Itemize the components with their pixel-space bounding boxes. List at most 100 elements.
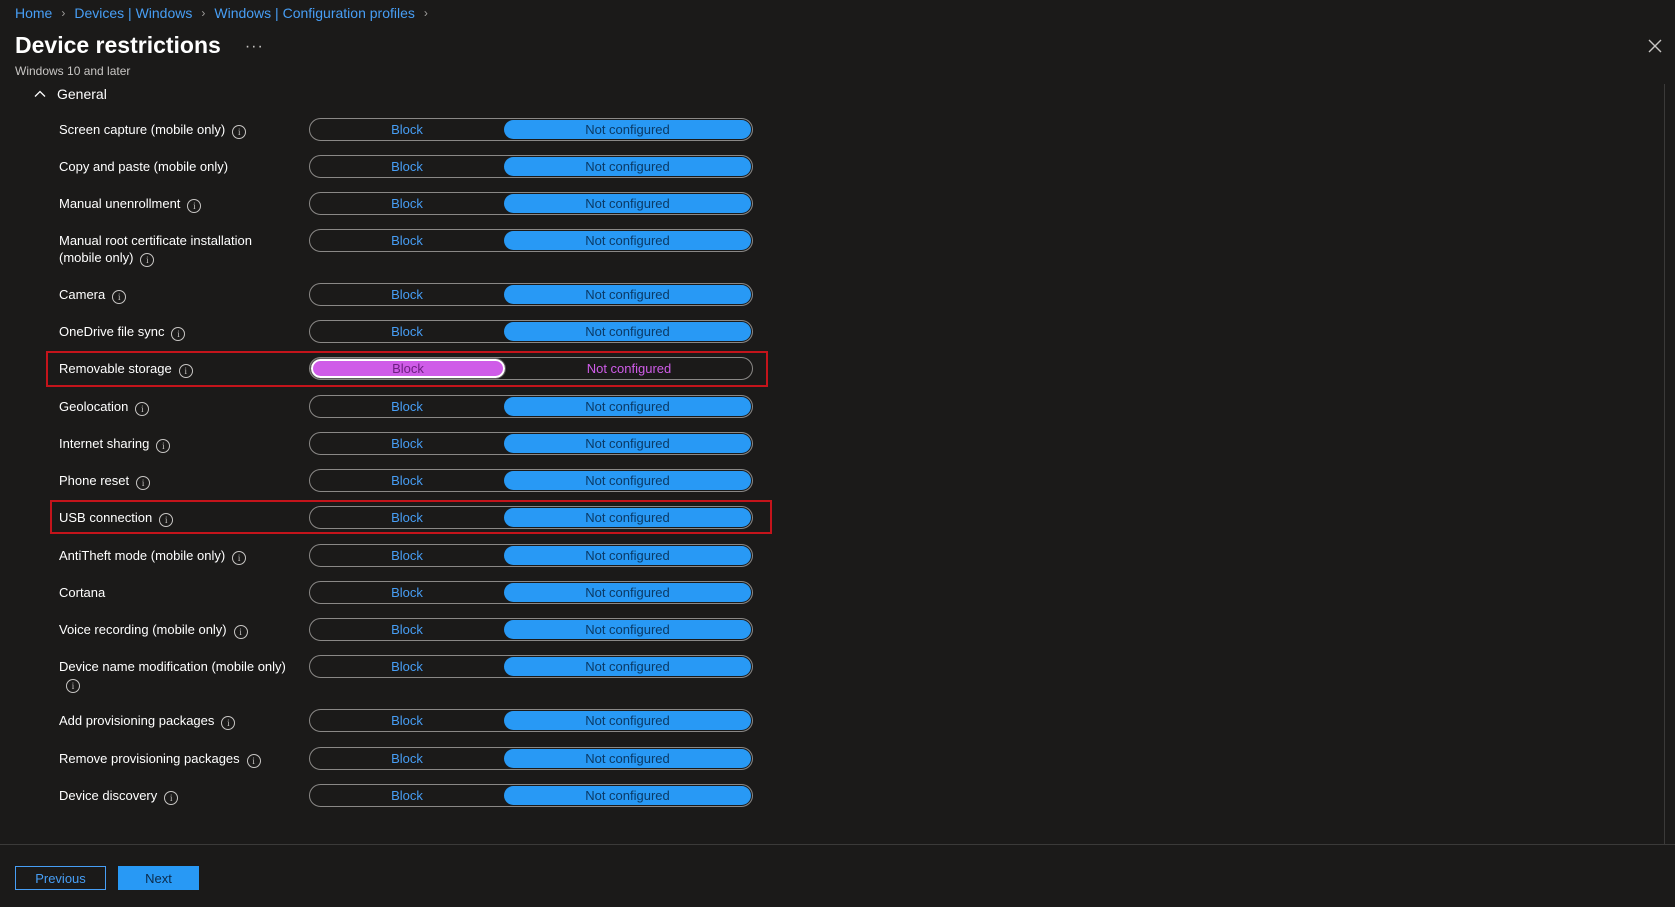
- option-not-configured[interactable]: Not configured: [504, 434, 751, 453]
- setting-row: Internet sharing i Block Not configured: [0, 432, 800, 456]
- option-not-configured[interactable]: Not configured: [504, 711, 751, 730]
- setting-label: Geolocation: [59, 399, 129, 414]
- setting-label: Screen capture (mobile only): [59, 122, 226, 137]
- setting-row: Geolocation i Block Not configured: [0, 395, 800, 419]
- option-not-configured[interactable]: Not configured: [504, 786, 751, 805]
- previous-button[interactable]: Previous: [15, 866, 106, 890]
- option-block[interactable]: Block: [310, 582, 504, 603]
- info-icon[interactable]: i: [156, 439, 171, 453]
- setting-toggle: Block Not configured: [309, 283, 753, 306]
- option-block[interactable]: Block: [310, 470, 504, 491]
- setting-label: AntiTheft mode (mobile only): [59, 548, 226, 563]
- setting-toggle: Block Not configured: [309, 155, 753, 178]
- next-button[interactable]: Next: [118, 866, 199, 890]
- info-icon[interactable]: i: [233, 625, 248, 639]
- info-icon[interactable]: i: [136, 476, 151, 490]
- setting-label: Cortana: [59, 585, 106, 600]
- setting-row: Manual root certificate installation (mo…: [0, 229, 800, 269]
- setting-toggle: Block Not configured: [309, 432, 753, 455]
- option-not-configured[interactable]: Not configured: [504, 120, 751, 139]
- info-icon[interactable]: i: [187, 199, 202, 213]
- setting-toggle: Block Not configured: [309, 747, 753, 770]
- option-not-configured[interactable]: Not configured: [504, 322, 751, 341]
- info-icon[interactable]: i: [140, 253, 155, 267]
- setting-label-group: OneDrive file sync i: [59, 323, 294, 341]
- info-icon[interactable]: i: [232, 125, 247, 139]
- option-block[interactable]: Block: [310, 656, 504, 677]
- info-icon[interactable]: i: [112, 290, 127, 304]
- breadcrumb-configuration-profiles[interactable]: Windows | Configuration profiles: [214, 5, 415, 21]
- info-icon[interactable]: i: [221, 716, 236, 730]
- info-icon[interactable]: i: [135, 402, 150, 416]
- option-not-configured[interactable]: Not configured: [504, 620, 751, 639]
- option-not-configured[interactable]: Not configured: [504, 231, 751, 250]
- page-title: Device restrictions: [15, 32, 221, 58]
- option-not-configured[interactable]: Not configured: [504, 285, 751, 304]
- chevron-up-icon: [34, 90, 46, 97]
- option-block[interactable]: Block: [310, 193, 504, 214]
- option-block[interactable]: Block: [310, 433, 504, 454]
- setting-label-group: Manual root certificate installation (mo…: [59, 232, 294, 267]
- option-block[interactable]: Block: [310, 156, 504, 177]
- settings-list: Screen capture (mobile only) i Block Not co…: [0, 108, 1664, 844]
- setting-label-group: Remove provisioning packages i: [59, 750, 294, 768]
- option-block[interactable]: Block: [310, 748, 504, 769]
- setting-row: Screen capture (mobile only) i Block Not co…: [0, 118, 800, 142]
- option-block[interactable]: Block: [310, 321, 504, 342]
- option-not-configured[interactable]: Not configured: [504, 749, 751, 768]
- scrollbar[interactable]: [1664, 84, 1675, 844]
- info-icon[interactable]: i: [246, 754, 261, 768]
- setting-label-group: AntiTheft mode (mobile only) i: [59, 547, 294, 565]
- setting-toggle: Block Not configured: [309, 395, 753, 418]
- option-block[interactable]: Block: [310, 396, 504, 417]
- highlight-box: [50, 500, 772, 534]
- setting-toggle: Block Not configured: [309, 229, 753, 252]
- setting-label-group: Add provisioning packages i: [59, 712, 294, 730]
- option-block[interactable]: Block: [310, 230, 504, 251]
- setting-toggle: Block Not configured: [309, 192, 753, 215]
- breadcrumb: Home › Devices | Windows › Windows | Con…: [15, 5, 437, 21]
- chevron-right-icon: ›: [201, 6, 206, 20]
- info-icon[interactable]: i: [171, 327, 186, 341]
- chevron-right-icon: ›: [423, 6, 428, 20]
- option-not-configured[interactable]: Not configured: [504, 546, 751, 565]
- option-not-configured[interactable]: Not configured: [504, 157, 751, 176]
- setting-label-group: Device name modification (mobile only) i: [59, 658, 294, 693]
- setting-label: Device name modification (mobile only): [59, 659, 286, 674]
- setting-row: AntiTheft mode (mobile only) i Block Not co…: [0, 544, 800, 568]
- setting-label-group: Phone reset i: [59, 472, 294, 490]
- setting-label-group: Camera i: [59, 286, 294, 304]
- option-block[interactable]: Block: [310, 545, 504, 566]
- setting-row: Removable storage i Block Not configured: [0, 351, 800, 387]
- page-subtitle: Windows 10 and later: [15, 64, 131, 78]
- option-block[interactable]: Block: [310, 284, 504, 305]
- setting-label: OneDrive file sync: [59, 324, 165, 339]
- setting-row: Manual unenrollment i Block Not configured: [0, 192, 800, 216]
- setting-label-group: Manual unenrollment i: [59, 195, 294, 213]
- option-block[interactable]: Block: [310, 119, 504, 140]
- setting-label-group: Device discovery i: [59, 787, 294, 805]
- section-header-general[interactable]: General: [33, 86, 107, 102]
- option-not-configured[interactable]: Not configured: [504, 471, 751, 490]
- breadcrumb-devices-windows[interactable]: Devices | Windows: [74, 5, 192, 21]
- more-options-icon[interactable]: ···: [245, 38, 264, 56]
- option-not-configured[interactable]: Not configured: [504, 397, 751, 416]
- option-block[interactable]: Block: [310, 785, 504, 806]
- setting-label-group: Internet sharing i: [59, 435, 294, 453]
- option-block[interactable]: Block: [310, 710, 504, 731]
- setting-row: Copy and paste (mobile only) Block Not con…: [0, 155, 800, 179]
- info-icon[interactable]: i: [66, 679, 80, 693]
- setting-label-group: Geolocation i: [59, 398, 294, 416]
- setting-row: Device discovery i Block Not configured: [0, 784, 800, 808]
- setting-row: Voice recording (mobile only) i Block Not c…: [0, 618, 800, 642]
- breadcrumb-home[interactable]: Home: [15, 5, 52, 21]
- close-icon[interactable]: [1645, 36, 1665, 56]
- option-not-configured[interactable]: Not configured: [504, 657, 751, 676]
- setting-row: OneDrive file sync i Block Not configured: [0, 320, 800, 344]
- setting-row: Device name modification (mobile only) i B…: [0, 655, 800, 695]
- info-icon[interactable]: i: [232, 551, 247, 565]
- option-block[interactable]: Block: [310, 619, 504, 640]
- option-not-configured[interactable]: Not configured: [504, 583, 751, 602]
- option-not-configured[interactable]: Not configured: [504, 194, 751, 213]
- info-icon[interactable]: i: [164, 791, 179, 805]
